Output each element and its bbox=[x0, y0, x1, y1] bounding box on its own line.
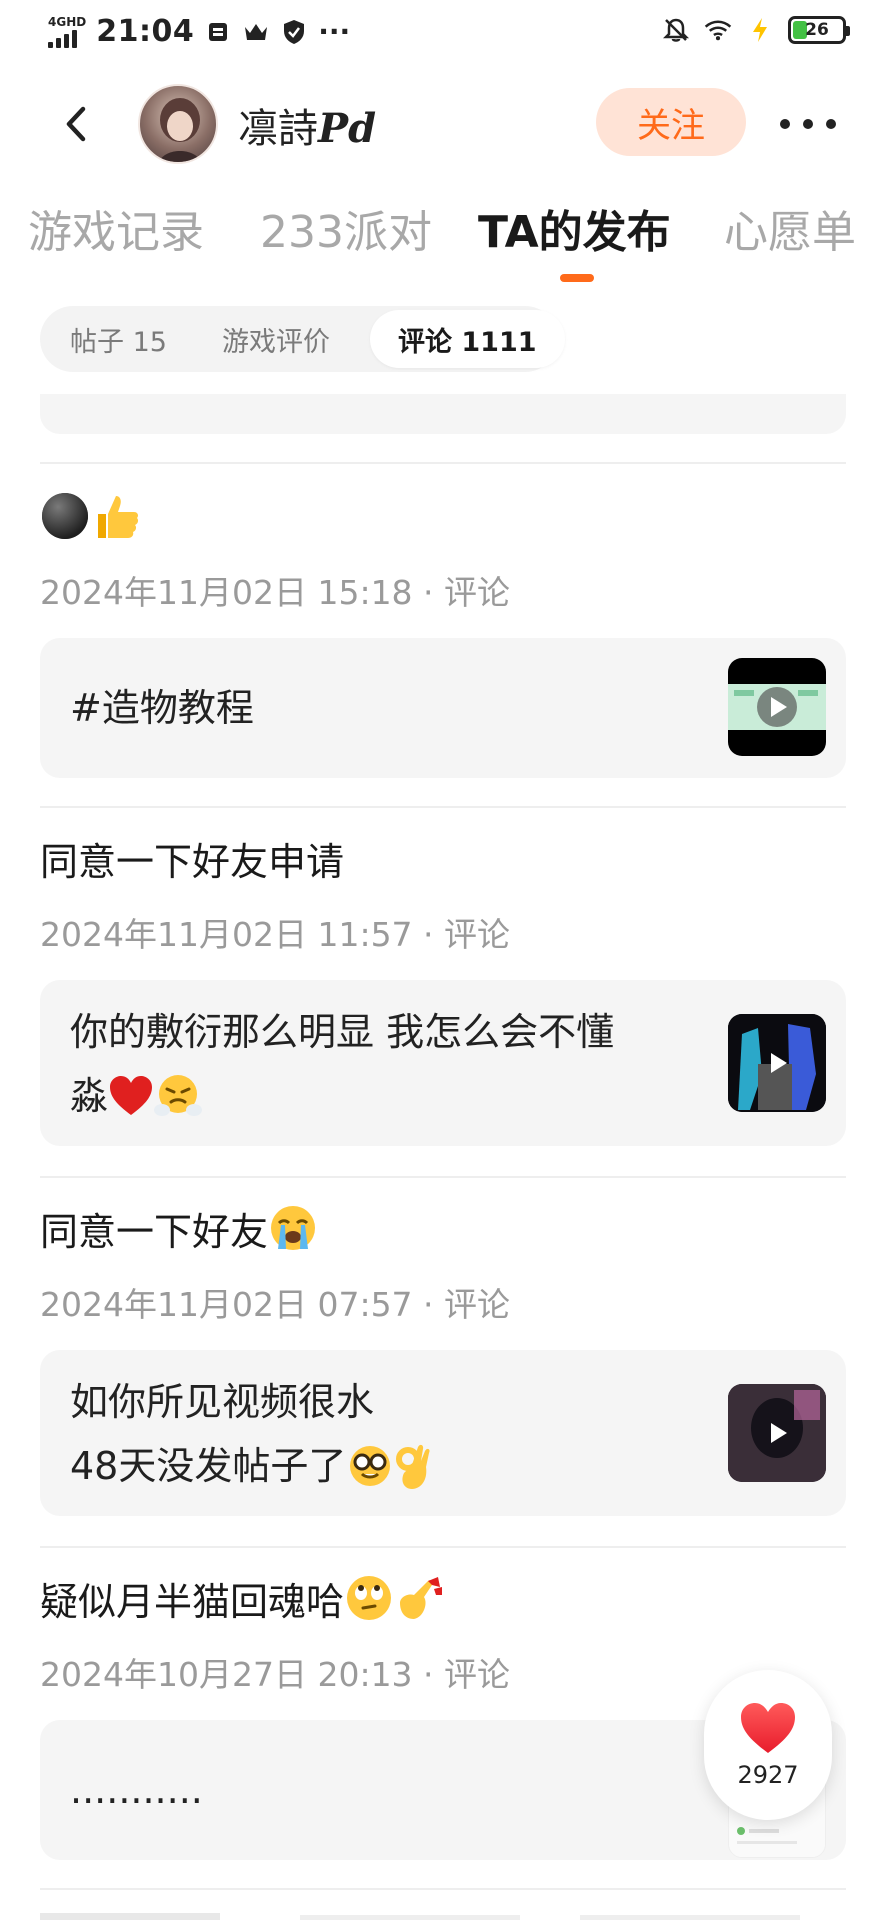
thumbs-up-emoji-icon bbox=[98, 496, 139, 538]
chevron-left-icon bbox=[66, 106, 86, 142]
comment-item[interactable]: 同意一下好友申请 2024年11月02日 11:57 · 评论 你的敷衍那么明显… bbox=[40, 830, 846, 1146]
active-tab-indicator bbox=[560, 274, 594, 282]
signal-bars-icon bbox=[48, 29, 77, 48]
status-bar: 4GHD 21:04 ··· 26 bbox=[0, 0, 886, 66]
username-suffix: Pd bbox=[318, 105, 377, 152]
comment-item[interactable]: 2024年11月02日 15:18 · 评论 #造物教程 bbox=[40, 488, 846, 778]
comment-text-content: 疑似月半猫回魂哈 bbox=[40, 1579, 345, 1624]
ref-card[interactable]: 如你所见视频很水 48天没发帖子了 bbox=[40, 1350, 846, 1516]
sim-card-icon bbox=[204, 18, 232, 46]
eye-roll-emoji-icon bbox=[347, 1576, 392, 1620]
ref-line: 如你所见视频很水 bbox=[70, 1380, 375, 1424]
follow-button[interactable]: 关注 bbox=[596, 88, 746, 156]
comment-text: 疑似月半猫回魂哈 bbox=[40, 1570, 846, 1626]
username: 凛詩Pd bbox=[238, 96, 376, 154]
sub-tabs: 帖子 15 游戏评价 评论 1111 bbox=[40, 306, 565, 372]
more-dot bbox=[826, 119, 836, 129]
ref-text: 如你所见视频很水 48天没发帖子了 bbox=[70, 1370, 434, 1498]
ref-line: 你的敷衍那么明显 我怎么会不懂 bbox=[70, 1010, 615, 1054]
battery-icon: 26 bbox=[788, 16, 850, 44]
like-count: 2927 bbox=[737, 1761, 799, 1789]
divider bbox=[40, 1888, 846, 1890]
divider bbox=[40, 806, 846, 808]
subtab-posts[interactable]: 帖子 15 bbox=[70, 306, 167, 372]
more-options-button[interactable] bbox=[780, 106, 836, 142]
main-tabs: 游戏记录 233派对 TA的发布 心愿单 bbox=[0, 196, 886, 286]
nail-polish-emoji-icon bbox=[400, 1577, 443, 1619]
tab-ta-posts[interactable]: TA的发布 bbox=[478, 196, 671, 260]
subtab-game-reviews[interactable]: 游戏评价 bbox=[222, 306, 330, 372]
comment-meta: 2024年11月02日 15:18 · 评论 bbox=[40, 573, 511, 612]
subtab-comments[interactable]: 评论 1111 bbox=[370, 310, 565, 368]
tab-233-party[interactable]: 233派对 bbox=[260, 196, 432, 260]
ref-line-text: 48天没发帖子了 bbox=[70, 1444, 347, 1488]
signal-indicator: 4GHD bbox=[48, 16, 86, 48]
tab-wishlist[interactable]: 心愿单 bbox=[724, 196, 856, 260]
video-thumbnail[interactable] bbox=[728, 658, 826, 756]
divider bbox=[40, 462, 846, 464]
loudly-crying-emoji-icon bbox=[271, 1206, 316, 1250]
previous-ref-card[interactable] bbox=[40, 394, 846, 434]
ref-line: ........... bbox=[70, 1768, 203, 1812]
profile-header: 凛詩Pd 关注 bbox=[0, 76, 886, 172]
username-name: 凛詩 bbox=[238, 106, 318, 152]
like-button[interactable]: 2927 bbox=[704, 1670, 832, 1820]
comment-text-content: 同意一下好友 bbox=[40, 1209, 269, 1254]
ref-text: #造物教程 bbox=[70, 676, 254, 740]
charging-bolt-icon bbox=[746, 16, 774, 44]
play-icon bbox=[757, 1413, 797, 1453]
ok-hand-emoji-icon bbox=[396, 1444, 430, 1489]
ref-line: #造物教程 bbox=[70, 686, 254, 730]
comment-text: 同意一下好友申请 bbox=[40, 839, 345, 884]
ref-line-text: 淼 bbox=[70, 1074, 109, 1118]
crown-icon bbox=[242, 18, 270, 46]
more-dot bbox=[780, 119, 790, 129]
more-dot bbox=[803, 119, 813, 129]
ref-text: ........... bbox=[70, 1758, 203, 1822]
bell-muted-icon bbox=[662, 16, 690, 44]
shield-check-icon bbox=[280, 18, 308, 46]
divider bbox=[40, 1546, 846, 1548]
play-icon bbox=[757, 1043, 797, 1083]
ref-line-2: 48天没发帖子了 bbox=[70, 1434, 434, 1498]
back-button[interactable] bbox=[56, 100, 96, 148]
clock: 21:04 bbox=[96, 14, 195, 49]
ref-line-2: 淼 bbox=[70, 1064, 614, 1128]
dark-smiley-emoji-icon bbox=[42, 493, 88, 539]
nerd-face-emoji-icon bbox=[350, 1446, 391, 1486]
huffing-face-emoji-icon bbox=[154, 1075, 203, 1116]
video-thumbnail[interactable] bbox=[728, 1014, 826, 1112]
play-icon bbox=[757, 687, 797, 727]
tab-game-records[interactable]: 游戏记录 bbox=[28, 196, 204, 260]
comment-text bbox=[40, 488, 846, 544]
comment-meta: 2024年11月02日 11:57 · 评论 bbox=[40, 915, 511, 954]
video-thumbnail[interactable] bbox=[728, 1384, 826, 1482]
network-type: 4GHD bbox=[48, 14, 87, 29]
next-comment-preview bbox=[40, 1905, 846, 1920]
avatar[interactable] bbox=[138, 84, 218, 164]
comment-item[interactable]: 同意一下好友 2024年11月02日 07:57 · 评论 如你所见视频很水 4… bbox=[40, 1200, 846, 1516]
ref-card[interactable]: #造物教程 bbox=[40, 638, 846, 778]
wifi-icon bbox=[704, 16, 732, 44]
red-heart-emoji-icon bbox=[110, 1076, 153, 1115]
more-notifications-icon: ··· bbox=[318, 14, 351, 48]
divider bbox=[40, 1176, 846, 1178]
heart-icon bbox=[741, 1703, 795, 1753]
battery-level: 26 bbox=[805, 20, 829, 40]
ref-card[interactable]: 你的敷衍那么明显 我怎么会不懂 淼 bbox=[40, 980, 846, 1146]
comment-meta: 2024年11月02日 07:57 · 评论 bbox=[40, 1285, 511, 1324]
comment-text: 同意一下好友 bbox=[40, 1200, 846, 1256]
ref-text: 你的敷衍那么明显 我怎么会不懂 淼 bbox=[70, 1000, 614, 1128]
